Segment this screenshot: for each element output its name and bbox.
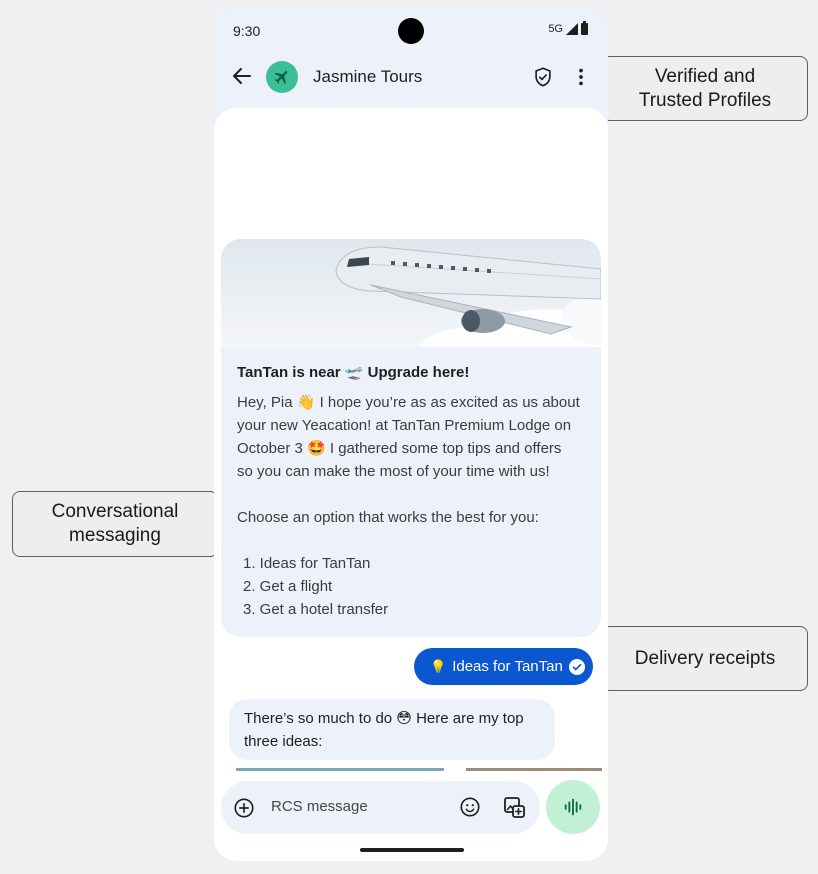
received-message-line: three ideas: <box>244 733 323 750</box>
gallery-icon[interactable] <box>502 795 526 819</box>
status-bar: 9:30 5G <box>214 8 608 52</box>
gesture-nav-bar[interactable] <box>360 848 464 852</box>
sent-message-bubble[interactable]: 💡 Ideas for TanTan <box>414 648 593 685</box>
card-body-line: so you can make the most of your time wi… <box>237 463 550 480</box>
rich-card[interactable]: TanTan is near 🛫 Upgrade here! Hey, Pia … <box>221 239 601 637</box>
verified-shield-icon[interactable] <box>532 65 554 89</box>
card-body-line: your new Yeacation! at TanTan Premium Lo… <box>237 417 572 434</box>
airplane-image <box>221 239 601 347</box>
received-message-line: There’s so much to do 😳 Here are my top <box>244 710 524 727</box>
callout-conversational-line1: Conversational <box>51 501 179 522</box>
card-body-line: Hey, Pia 👋 I hope you’re as as excited a… <box>237 394 580 411</box>
status-time: 9:30 <box>233 23 261 39</box>
callout-verified-profiles: Verified and Trusted Profiles <box>602 56 808 121</box>
add-attachment-icon[interactable] <box>233 797 255 819</box>
sent-message-text: Ideas for TanTan <box>452 658 563 675</box>
callout-conversational-messaging: Conversational messaging <box>12 491 218 557</box>
card-prompt: Choose an option that works the best for… <box>237 509 539 526</box>
carousel-card-peek <box>236 768 444 771</box>
camera-cutout <box>398 18 424 44</box>
card-option-flight: 2. Get a flight <box>243 578 333 595</box>
card-body-line: October 3 🤩 I gathered some top tips and… <box>237 440 562 457</box>
signal-icon <box>566 23 578 35</box>
callout-verified-line2: Trusted Profiles <box>638 89 772 111</box>
more-vert-icon[interactable] <box>570 65 592 89</box>
network-label: 5G <box>548 23 563 35</box>
lightbulb-icon: 💡 <box>430 658 447 674</box>
card-body: Hey, Pia 👋 I hope you’re as as excited a… <box>237 391 587 621</box>
emoji-icon[interactable] <box>459 796 481 818</box>
voice-message-button[interactable] <box>546 780 600 834</box>
card-option-ideas: 1. Ideas for TanTan <box>243 555 371 572</box>
battery-icon <box>581 21 588 35</box>
carousel-card-peek <box>466 768 602 771</box>
callout-delivery-receipts: Delivery receipts <box>602 626 808 691</box>
message-input[interactable]: RCS message <box>271 798 368 815</box>
phone-screen: 9:30 5G Jasmine Tours TanTan is near 🛫 U… <box>214 8 608 861</box>
conversation-area[interactable]: TanTan is near 🛫 Upgrade here! Hey, Pia … <box>214 108 608 861</box>
status-indicators: 5G <box>548 21 588 35</box>
delivered-check-icon <box>569 659 585 675</box>
card-title: TanTan is near 🛫 Upgrade here! <box>237 364 470 381</box>
airplane-icon <box>274 71 288 84</box>
avatar[interactable] <box>266 61 298 93</box>
message-composer[interactable]: RCS message <box>221 781 540 834</box>
conversation-title[interactable]: Jasmine Tours <box>313 67 422 87</box>
waveform-icon <box>564 798 582 816</box>
card-option-transfer: 3. Get a hotel transfer <box>243 601 389 618</box>
received-message-bubble[interactable]: There’s so much to do 😳 Here are my top … <box>229 699 555 760</box>
callout-verified-line1: Verified and <box>654 65 756 87</box>
callout-conversational-line2: messaging <box>69 525 161 546</box>
app-bar: Jasmine Tours <box>214 54 608 102</box>
back-arrow-icon[interactable] <box>230 64 254 88</box>
